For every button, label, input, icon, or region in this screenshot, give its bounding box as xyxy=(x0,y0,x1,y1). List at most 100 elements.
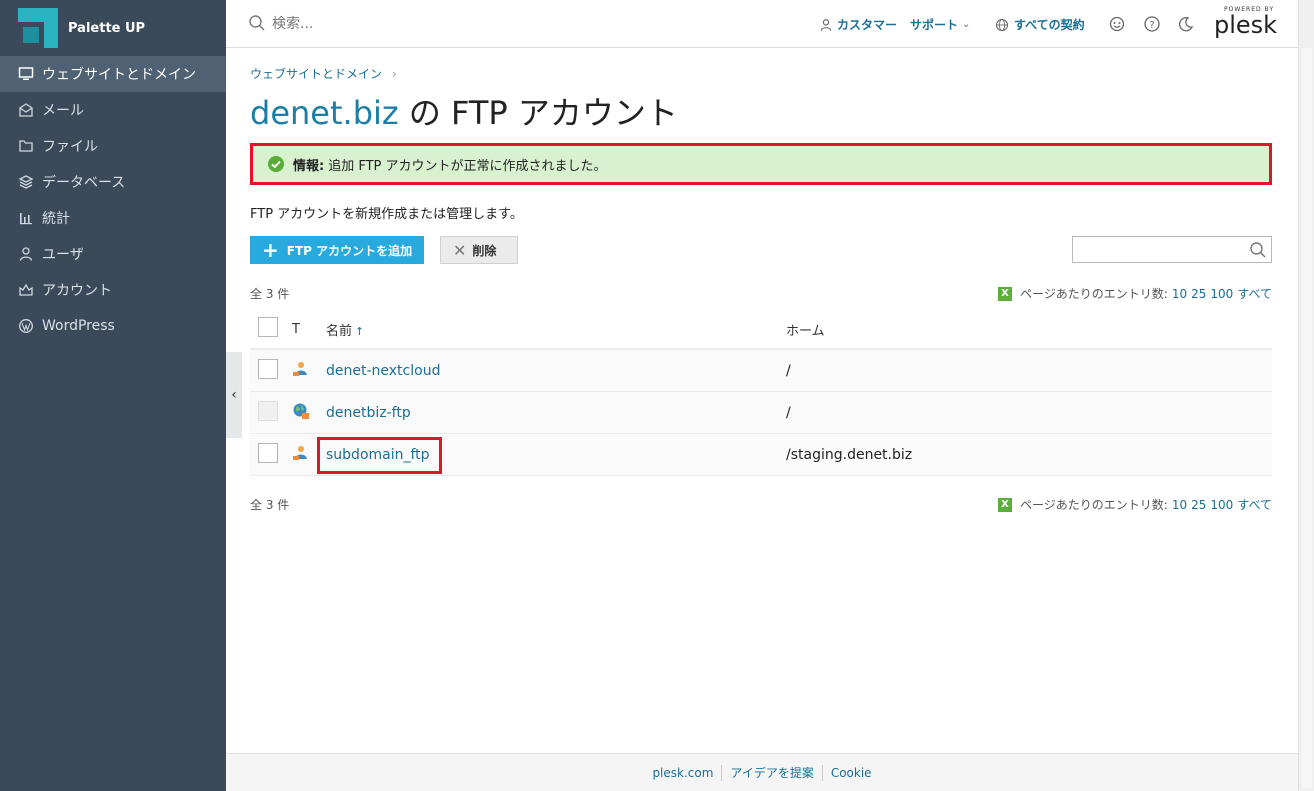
brand[interactable]: Palette UP xyxy=(0,0,226,56)
user-icon xyxy=(820,18,832,31)
ftp-account-link[interactable]: denetbiz-ftp xyxy=(326,405,411,421)
list-search-field[interactable] xyxy=(1072,236,1272,263)
customer-label: カスタマー xyxy=(837,18,898,32)
table-row: denetbiz-ftp / xyxy=(250,392,1272,434)
subscriptions-label: すべての契約 xyxy=(1014,18,1085,32)
plus-icon: + xyxy=(262,238,279,262)
sidebar-item-databases[interactable]: データベース xyxy=(0,164,226,200)
ftp-user-icon xyxy=(293,361,307,376)
perpage-100[interactable]: 100 xyxy=(1210,498,1233,512)
sort-asc-icon: ↑ xyxy=(355,324,365,338)
svg-text:?: ? xyxy=(1149,20,1154,31)
top-header: カスタマー サポート ⌄ すべての契約 ? POWERED BY plesk xyxy=(226,0,1298,48)
mail-icon xyxy=(18,102,34,118)
export-excel-icon[interactable]: X xyxy=(998,497,1013,512)
sidebar-item-label: メール xyxy=(42,103,84,119)
folder-icon xyxy=(18,138,34,154)
sidebar-item-users[interactable]: ユーザ xyxy=(0,236,226,272)
feedback-icon[interactable] xyxy=(1108,15,1126,33)
home-directory: / xyxy=(786,362,791,379)
help-icon[interactable]: ? xyxy=(1143,15,1161,33)
chevron-down-icon: ⌄ xyxy=(962,19,971,30)
select-all-checkbox[interactable] xyxy=(258,317,278,337)
perpage-all[interactable]: すべて xyxy=(1237,496,1272,513)
column-name[interactable]: 名前 ↑ xyxy=(326,320,786,339)
footer-link-plesk[interactable]: plesk.com xyxy=(644,766,721,780)
chevron-left-icon: ‹ xyxy=(231,387,237,403)
sidebar: Palette UP ウェブサイトとドメイン メール ファイル データベース 統… xyxy=(0,0,226,791)
search-icon xyxy=(249,15,265,31)
perpage-selector-bottom: X ページあたりのエントリ数: 10 25 100 すべて xyxy=(998,496,1272,513)
sidebar-item-label: データベース xyxy=(42,175,126,191)
wordpress-icon xyxy=(18,318,34,334)
chevron-right-icon: › xyxy=(391,67,397,81)
sidebar-item-label: WordPress xyxy=(42,318,115,334)
sidebar-item-stats[interactable]: 統計 xyxy=(0,200,226,236)
moon-icon[interactable] xyxy=(1177,15,1195,33)
close-icon: ✕ xyxy=(453,240,467,260)
sidebar-item-wordpress[interactable]: WordPress xyxy=(0,308,226,344)
add-ftp-account-button[interactable]: + FTP アカウントを追加 xyxy=(250,236,424,264)
stats-icon xyxy=(18,210,34,226)
row-checkbox[interactable] xyxy=(258,442,278,463)
sidebar-collapse-button[interactable]: ‹ xyxy=(226,352,242,438)
perpage-all[interactable]: すべて xyxy=(1237,285,1272,302)
support-menu[interactable]: サポート ⌄ xyxy=(910,16,970,33)
subscriptions-link[interactable]: すべての契約 xyxy=(995,16,1085,33)
delete-button[interactable]: ✕ 削除 xyxy=(440,236,518,264)
list-search-input[interactable] xyxy=(1073,237,1243,262)
column-home[interactable]: ホーム xyxy=(786,320,1272,339)
export-excel-icon[interactable]: X xyxy=(998,286,1013,301)
check-circle-icon xyxy=(268,156,284,172)
page-description: FTP アカウントを新規作成または管理します。 xyxy=(250,207,523,222)
perpage-selector-top: X ページあたりのエントリ数: 10 25 100 すべて xyxy=(998,285,1272,302)
sidebar-item-mail[interactable]: メール xyxy=(0,92,226,128)
perpage-10[interactable]: 10 xyxy=(1172,287,1187,301)
item-count-bottom: 全 3 件 xyxy=(250,498,290,512)
ftp-account-link[interactable]: denet-nextcloud xyxy=(326,363,440,379)
alert-message: 追加 FTP アカウントが正常に作成されました。 xyxy=(328,158,607,174)
sidebar-item-label: 統計 xyxy=(42,211,70,227)
perpage-25[interactable]: 25 xyxy=(1191,287,1206,301)
breadcrumb[interactable]: ウェブサイトとドメイン › xyxy=(250,65,397,82)
footer-link-cookie[interactable]: Cookie xyxy=(823,766,880,780)
ftp-account-link[interactable]: subdomain_ftp xyxy=(326,447,430,463)
sidebar-item-websites[interactable]: ウェブサイトとドメイン xyxy=(0,56,226,92)
row-checkbox-disabled xyxy=(258,400,278,421)
sidebar-item-label: ウェブサイトとドメイン xyxy=(42,67,196,83)
support-label: サポート xyxy=(910,18,959,32)
page-title-rest: の FTP アカウント xyxy=(398,94,678,132)
account-icon xyxy=(18,282,34,298)
success-alert: 情報: 追加 FTP アカウントが正常に作成されました。 xyxy=(250,143,1272,185)
perpage-25[interactable]: 25 xyxy=(1191,498,1206,512)
page-title-domain[interactable]: denet.biz xyxy=(250,94,399,132)
footer-link-ideas[interactable]: アイデアを提案 xyxy=(722,764,821,781)
alert-label: 情報: xyxy=(293,158,325,174)
highlighted-account: subdomain_ftp xyxy=(317,436,442,474)
customer-menu[interactable]: カスタマー xyxy=(819,16,897,33)
sidebar-item-label: ファイル xyxy=(42,139,98,155)
table-row: denet-nextcloud / xyxy=(250,350,1272,392)
footer: plesk.com アイデアを提案 Cookie xyxy=(226,753,1298,791)
page-title: denet.biz の FTP アカウント xyxy=(250,88,678,134)
brand-name: Palette UP xyxy=(68,20,146,36)
search-icon[interactable] xyxy=(1249,241,1267,259)
sidebar-item-account[interactable]: アカウント xyxy=(0,272,226,308)
sidebar-item-files[interactable]: ファイル xyxy=(0,128,226,164)
sidebar-item-label: ユーザ xyxy=(42,247,84,263)
table-header: T 名前 ↑ ホーム xyxy=(250,310,1272,350)
column-type[interactable]: T xyxy=(290,322,326,337)
perpage-100[interactable]: 100 xyxy=(1210,287,1233,301)
global-search-input[interactable] xyxy=(272,14,572,34)
globe-icon xyxy=(995,18,1009,31)
page-scrollbar[interactable] xyxy=(1298,0,1314,791)
table-row: subdomain_ftp /staging.denet.biz xyxy=(250,434,1272,476)
perpage-10[interactable]: 10 xyxy=(1172,498,1187,512)
home-directory: / xyxy=(786,404,791,421)
ftp-user-icon xyxy=(293,445,307,460)
user-icon xyxy=(18,246,34,262)
home-directory: /staging.denet.biz xyxy=(786,446,913,463)
brand-logo xyxy=(18,8,58,48)
row-checkbox[interactable] xyxy=(258,358,278,379)
monitor-icon xyxy=(18,66,34,82)
